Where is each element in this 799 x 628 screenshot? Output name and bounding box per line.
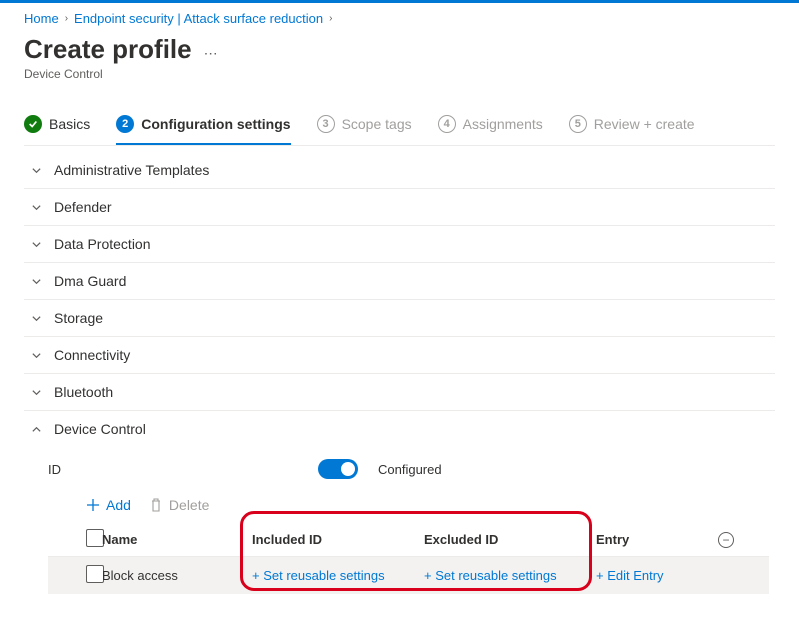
plus-icon [86,498,100,512]
section-label: Connectivity [54,347,130,363]
column-included-id[interactable]: Included ID [252,532,424,547]
step-number-icon: 3 [317,115,335,133]
section-administrative-templates[interactable]: Administrative Templates [24,152,775,188]
row-name: Block access [102,568,252,583]
page-subtitle: Device Control [24,67,775,81]
chevron-up-icon [30,423,42,435]
page-title: Create profile [24,34,192,65]
step-label: Scope tags [342,116,412,132]
chevron-right-icon: › [65,13,68,24]
breadcrumb: Home › Endpoint security | Attack surfac… [24,11,775,26]
section-label: Bluetooth [54,384,113,400]
section-data-protection[interactable]: Data Protection [24,226,775,262]
chevron-down-icon [30,164,42,176]
add-button[interactable]: Add [86,497,131,513]
section-connectivity[interactable]: Connectivity [24,337,775,373]
chevron-right-icon: › [329,13,332,24]
edit-entry[interactable]: + Edit Entry [596,568,664,583]
chevron-down-icon [30,349,42,361]
step-label: Assignments [463,116,543,132]
step-label: Review + create [594,116,695,132]
set-included-reusable-settings[interactable]: + Set reusable settings [252,568,385,583]
section-bluetooth[interactable]: Bluetooth [24,374,775,410]
column-name[interactable]: Name [102,532,252,547]
trash-icon [149,498,163,512]
step-number-icon: 5 [569,115,587,133]
section-storage[interactable]: Storage [24,300,775,336]
section-label: Storage [54,310,103,326]
section-device-control[interactable]: Device Control [24,411,775,447]
chevron-down-icon [30,386,42,398]
add-label: Add [106,497,131,513]
chevron-down-icon [30,312,42,324]
grid-header: Name Included ID Excluded ID Entry − [48,523,769,557]
step-configuration-settings[interactable]: 2 Configuration settings [116,109,290,145]
remove-column-icon[interactable]: − [718,532,734,548]
wizard-steps: Basics 2 Configuration settings 3 Scope … [24,109,775,146]
section-label: Data Protection [54,236,151,252]
step-review-create[interactable]: 5 Review + create [569,109,695,145]
breadcrumb-home[interactable]: Home [24,11,59,26]
section-label: Dma Guard [54,273,126,289]
step-number-icon: 4 [438,115,456,133]
step-label: Configuration settings [141,116,290,132]
section-label: Device Control [54,421,146,437]
section-defender[interactable]: Defender [24,189,775,225]
section-label: Administrative Templates [54,162,209,178]
breadcrumb-section[interactable]: Endpoint security | Attack surface reduc… [74,11,323,26]
table-row: Block access + Set reusable settings + S… [48,557,769,594]
column-entry[interactable]: Entry [596,532,706,547]
more-actions-button[interactable]: ⋯ [204,45,219,62]
set-excluded-reusable-settings[interactable]: + Set reusable settings [424,568,557,583]
delete-label: Delete [169,497,209,513]
section-label: Defender [54,199,112,215]
configured-toggle[interactable] [318,459,358,479]
delete-button[interactable]: Delete [149,497,209,513]
chevron-down-icon [30,201,42,213]
chevron-down-icon [30,238,42,250]
check-icon [24,115,42,133]
step-scope-tags[interactable]: 3 Scope tags [317,109,412,145]
step-assignments[interactable]: 4 Assignments [438,109,543,145]
section-dma-guard[interactable]: Dma Guard [24,263,775,299]
toggle-state-text: Configured [378,462,442,477]
chevron-down-icon [30,275,42,287]
column-excluded-id[interactable]: Excluded ID [424,532,596,547]
step-label: Basics [49,116,90,132]
id-grid: Name Included ID Excluded ID Entry − Blo… [48,523,769,594]
step-basics[interactable]: Basics [24,109,90,145]
settings-accordion: Administrative Templates Defender Data P… [24,152,775,608]
step-number-icon: 2 [116,115,134,133]
setting-id-label: ID [48,462,298,477]
